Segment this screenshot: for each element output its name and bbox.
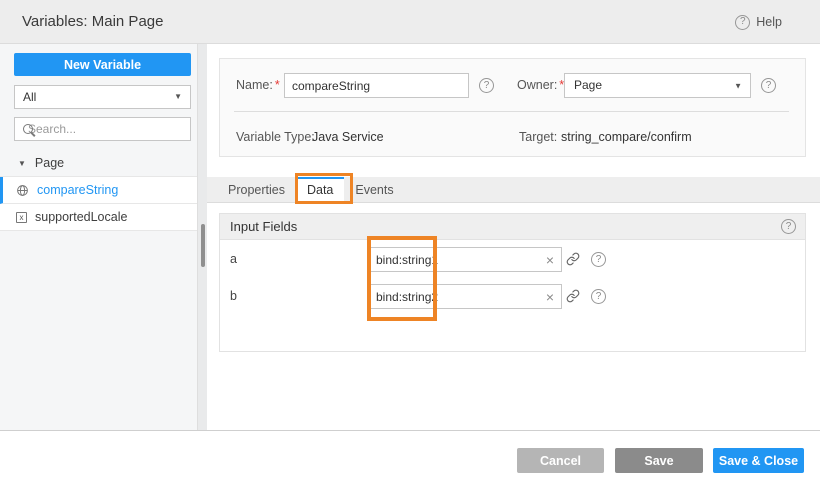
- detail-tabbar: Properties Data Events: [207, 177, 820, 203]
- cancel-button[interactable]: Cancel: [517, 448, 604, 473]
- bind-link-icon[interactable]: [566, 252, 580, 266]
- tree-collapse-icon: ▼: [18, 159, 26, 168]
- tree-group-page[interactable]: ▼ Page: [0, 150, 197, 177]
- form-divider: [234, 111, 789, 112]
- help-label: Help: [756, 15, 782, 29]
- input-field-row: a × ?: [220, 247, 805, 272]
- name-field-wrap: [284, 73, 469, 98]
- save-and-close-button[interactable]: Save & Close: [713, 448, 804, 473]
- name-label: Name:*: [236, 73, 280, 98]
- field-help-icon[interactable]: ?: [591, 289, 606, 304]
- clear-icon[interactable]: ×: [546, 290, 554, 304]
- variable-detail-panel: Name:* ? Owner:* Page ▼ ? Variable Type:…: [207, 44, 820, 430]
- name-help-icon[interactable]: ?: [479, 78, 494, 93]
- owner-label: Owner:*: [517, 73, 564, 98]
- title-bar: Variables: Main Page ? Help: [0, 0, 820, 44]
- filter-select[interactable]: All ▼: [14, 85, 191, 109]
- bind-link-icon[interactable]: [566, 289, 580, 303]
- target-value: string_compare/confirm: [561, 129, 692, 145]
- footer-divider: [0, 430, 820, 431]
- variables-sidebar: New Variable All ▼ ▼ Page compareString …: [0, 44, 197, 430]
- variable-type-label: Variable Type:: [236, 129, 315, 145]
- owner-help-icon[interactable]: ?: [761, 78, 776, 93]
- tab-properties[interactable]: Properties: [217, 177, 296, 203]
- input-fields-title: Input Fields: [230, 219, 297, 234]
- tree-item-comparestring[interactable]: compareString: [0, 177, 197, 204]
- field-name-label: a: [230, 247, 237, 272]
- input-field-row: b × ?: [220, 284, 805, 309]
- search-input[interactable]: [28, 122, 183, 136]
- new-variable-button[interactable]: New Variable: [14, 53, 191, 76]
- variable-summary-box: Name:* ? Owner:* Page ▼ ? Variable Type:…: [219, 58, 806, 157]
- bind-value-wrap: ×: [368, 247, 562, 272]
- owner-select-value: Page: [574, 78, 602, 92]
- variable-type-value: Java Service: [312, 129, 384, 145]
- bind-value-input[interactable]: [376, 253, 542, 267]
- input-fields-header: Input Fields ?: [220, 214, 805, 240]
- search-box[interactable]: [14, 117, 191, 141]
- sidebar-scrollbar-thumb[interactable]: [201, 224, 205, 267]
- tab-events[interactable]: Events: [344, 177, 404, 203]
- chevron-down-icon: ▼: [174, 86, 182, 108]
- tree-item-label: supportedLocale: [35, 210, 127, 224]
- input-fields-section: Input Fields ? a × ? b ×: [219, 213, 806, 352]
- tree-item-label: compareString: [37, 183, 118, 197]
- field-name-label: b: [230, 284, 237, 309]
- field-help-icon[interactable]: ?: [591, 252, 606, 267]
- target-label: Target:: [519, 129, 557, 145]
- chevron-down-icon: ▼: [734, 74, 742, 97]
- help-icon: ?: [735, 15, 750, 30]
- save-button[interactable]: Save: [615, 448, 703, 473]
- variables-tree: ▼ Page compareString x supportedLocale: [0, 150, 197, 231]
- input-fields-help-icon[interactable]: ?: [781, 219, 796, 234]
- owner-select[interactable]: Page ▼: [564, 73, 751, 98]
- tab-data[interactable]: Data: [296, 177, 344, 203]
- required-marker: *: [275, 78, 280, 92]
- bind-value-input[interactable]: [376, 290, 542, 304]
- filter-select-value: All: [23, 90, 36, 104]
- page-title: Variables: Main Page: [22, 0, 163, 44]
- sidebar-scrollbar-track[interactable]: [197, 44, 207, 430]
- string-variable-icon: x: [16, 212, 27, 223]
- tree-item-supportedlocale[interactable]: x supportedLocale: [0, 204, 197, 231]
- service-icon: [16, 184, 29, 197]
- clear-icon[interactable]: ×: [546, 253, 554, 267]
- bind-value-wrap: ×: [368, 284, 562, 309]
- name-field[interactable]: [292, 79, 461, 93]
- tree-group-label: Page: [35, 156, 64, 170]
- help-link[interactable]: ? Help: [735, 0, 782, 44]
